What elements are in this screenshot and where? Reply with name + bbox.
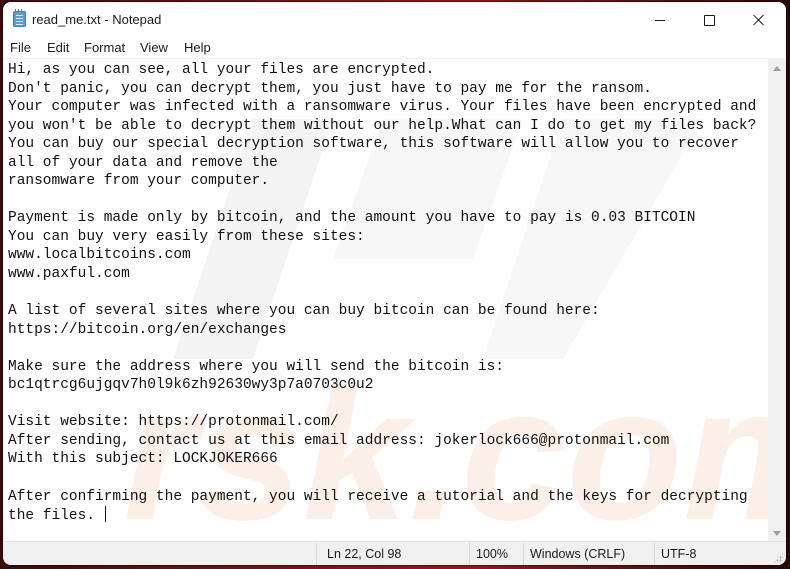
text-line: the files.	[8, 508, 104, 525]
menu-view[interactable]: View	[140, 40, 168, 55]
vertical-scrollbar[interactable]	[768, 58, 786, 542]
menu-help[interactable]: Help	[184, 40, 211, 55]
text-line: With this subject: LOCKJOKER666	[8, 451, 278, 468]
close-icon	[753, 14, 765, 26]
text-line: You can buy very easily from these sites…	[8, 228, 365, 245]
text-line: Visit website: https://protonmail.com/	[8, 414, 339, 431]
minimize-button[interactable]	[637, 2, 683, 38]
text-line: Payment is made only by bitcoin, and the…	[8, 210, 696, 227]
text-line: After sending, contact us at this email …	[8, 432, 670, 449]
status-bar: Ln 22, Col 98 100% Windows (CRLF) UTF-8	[3, 541, 786, 565]
text-line: you won't be able to decrypt them withou…	[8, 117, 757, 134]
text-line: Your computer was infected with a ransom…	[8, 99, 757, 116]
text-line: You can buy our special decryption softw…	[8, 136, 739, 153]
status-separator	[469, 542, 470, 565]
text-line: www.localbitcoins.com	[8, 247, 191, 264]
text-line: After confirming the payment, you will r…	[8, 488, 748, 505]
status-separator	[654, 542, 655, 565]
window-title: read_me.txt - Notepad	[32, 12, 162, 27]
minimize-icon	[655, 19, 665, 21]
status-separator	[523, 542, 524, 565]
line-ending: Windows (CRLF)	[530, 547, 626, 561]
text-line: A list of several sites where you can bu…	[8, 303, 600, 320]
text-line: bc1qtrcg6ujgqv7h0l9k6zh92630wy3p7a0703c0…	[8, 377, 374, 394]
notepad-window: read_me.txt - Notepad File Edit Format V…	[3, 2, 786, 565]
close-button[interactable]	[736, 2, 782, 38]
title-bar[interactable]: read_me.txt - Notepad	[3, 2, 786, 38]
resize-grip-icon[interactable]	[773, 553, 783, 563]
maximize-icon	[703, 14, 715, 26]
menu-file[interactable]: File	[10, 40, 31, 55]
text-editor[interactable]: rsk.com Hi, as you can see, all your fil…	[3, 58, 768, 542]
maximize-button[interactable]	[686, 2, 732, 38]
text-line: Make sure the address where you will sen…	[8, 358, 504, 375]
text-caret	[104, 506, 106, 523]
text-line: ransomware from your computer.	[8, 173, 270, 190]
menu-format[interactable]: Format	[84, 40, 125, 55]
text-line: Don't panic, you can decrypt them, you j…	[8, 80, 652, 97]
status-separator	[316, 542, 317, 565]
text-line: https://bitcoin.org/en/exchanges	[8, 321, 287, 338]
text-line: Hi, as you can see, all your files are e…	[8, 62, 435, 78]
cursor-position: Ln 22, Col 98	[327, 547, 402, 561]
menu-edit[interactable]: Edit	[47, 40, 69, 55]
text-line: www.paxful.com	[8, 266, 130, 283]
notepad-icon	[13, 9, 26, 27]
scroll-down-arrow-icon[interactable]	[773, 531, 781, 536]
encoding: UTF-8	[661, 547, 697, 561]
scroll-up-arrow-icon[interactable]	[773, 66, 781, 71]
document-text: Hi, as you can see, all your files are e…	[8, 61, 756, 526]
menu-bar: File Edit Format View Help	[3, 38, 786, 58]
text-line: all of your data and remove the	[8, 154, 278, 171]
zoom-level: 100%	[476, 547, 508, 561]
